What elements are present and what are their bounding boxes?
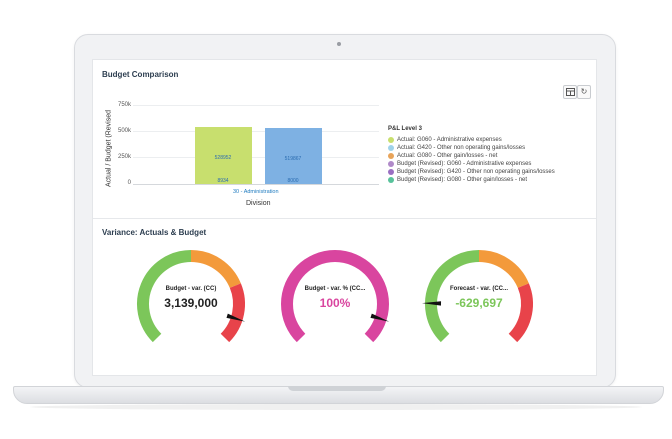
gauge[interactable]: Forecast - var. (CC... -629,697 [419,242,539,343]
x-axis-line [133,184,379,185]
dashboard-screen: Budget Comparison ↻ Actual / Budget (Rev… [92,59,597,376]
legend-label: Budget (Revised): G080 - Other gain/loss… [397,177,528,183]
bar-data-label: 528952 [214,155,232,162]
gauges-row: Budget - var. (CC) 3,139,000 Budget - var.… [93,242,596,372]
gauge[interactable]: Budget - var. % (CC... 100% [275,242,395,343]
legend-label: Actual: G080 - Other gain/losses - net [397,153,498,159]
refresh-icon: ↻ [580,87,588,96]
legend-title: P&L Level 3 [388,126,422,132]
bar-data-label: 8934 [217,178,229,184]
gauge-title: Budget - var. (CC) [165,286,217,292]
grid-line [133,105,379,106]
y-tick-label: 250k [117,154,131,160]
gauge-band [220,283,245,343]
legend-item[interactable]: Budget (Revised): G420 - Other non opera… [388,168,555,176]
legend-swatch [388,137,394,143]
gauge-value: 3,139,000 [164,296,218,310]
gauge-band [478,250,529,289]
bar-data-label: 8000 [287,178,299,184]
legend-item[interactable]: Budget (Revised): G080 - Other gain/loss… [388,176,527,184]
bar-chart: 750k 500k 250k 0 528952 519867 8934 8000… [93,60,383,210]
legend-item[interactable]: Budget (Revised): G060 - Administrative … [388,160,531,168]
gauge-band [190,250,241,289]
table-view-button[interactable] [563,85,577,99]
refresh-button[interactable]: ↻ [577,85,591,99]
variance-title: Variance: Actuals & Budget [102,228,207,237]
legend-label: Budget (Revised): G060 - Administrative … [397,161,532,167]
legend-item[interactable]: Actual: G060 - Administrative expenses [388,136,502,144]
laptop-base-notch [288,386,386,391]
legend-label: Actual: G060 - Administrative expenses [397,137,502,143]
gauge[interactable]: Budget - var. (CC) 3,139,000 [131,242,251,343]
legend-swatch [388,145,394,151]
legend-item[interactable]: Actual: G080 - Other gain/losses - net [388,152,497,160]
legend-label: Actual: G420 - Other non operating gains… [397,145,526,151]
gauge-title: Forecast - var. (CC... [449,286,509,292]
y-tick-label: 500k [117,128,131,134]
gauge-value: -629,697 [455,296,503,310]
x-tick-label[interactable]: 30 - Administration [233,189,279,195]
x-axis-label: Division [246,200,271,207]
gauge-value: 100% [319,296,351,310]
gauge-title: Budget - var. % (CC... [304,286,366,292]
panel-divider [93,218,596,219]
gauge-band [508,283,533,343]
legend-item[interactable]: Actual: G420 - Other non operating gains… [388,144,525,152]
bar-data-label: 519867 [284,156,302,163]
legend-swatch [388,177,394,183]
chart-legend: P&L Level 3 Actual: G060 - Administrativ… [388,126,588,196]
grid-line [133,131,379,132]
legend-swatch [388,161,394,167]
legend-swatch [388,169,394,175]
grid-line [133,157,379,158]
legend-label: Budget (Revised): G420 - Other non opera… [397,169,555,175]
y-tick-label: 750k [117,102,131,108]
laptop-shadow [30,404,642,410]
y-tick-label: 0 [127,180,131,186]
legend-swatch [388,153,394,159]
table-icon [565,88,575,96]
camera-dot [337,42,341,46]
